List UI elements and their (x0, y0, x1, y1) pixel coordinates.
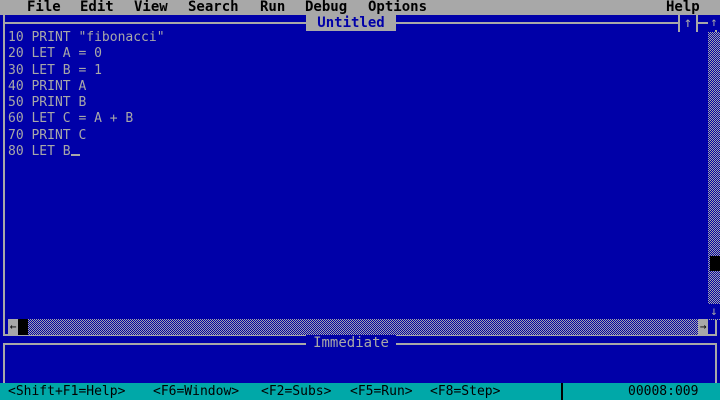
code-line: 40 PRINT A (8, 78, 87, 94)
menu-bar: File Edit View Search Run Debug Options … (0, 0, 720, 15)
cursor-position: 00008:009 (628, 384, 699, 399)
scroll-right-arrow-icon[interactable]: → (698, 319, 708, 335)
status-bar: <Shift+F1=Help> <F6=Window> <F2=Subs> <F… (0, 383, 720, 400)
menu-debug[interactable]: Debug (305, 0, 347, 15)
code-line: 60 LET C = A + B (8, 111, 134, 127)
vertical-scrollbar[interactable] (708, 32, 720, 320)
text-cursor (70, 154, 80, 157)
vertical-scroll-thumb[interactable] (710, 256, 720, 271)
menu-file[interactable]: File (27, 0, 61, 15)
editor-title: Untitled (306, 15, 396, 31)
scroll-up-arrow-icon[interactable]: ↑ (708, 15, 720, 30)
menu-options[interactable]: Options (368, 0, 427, 15)
horizontal-scrollbar[interactable] (8, 319, 708, 335)
code-line: 20 LET A = 0 (8, 46, 102, 62)
menu-view[interactable]: View (134, 0, 168, 15)
immediate-title: Immediate (306, 335, 396, 351)
menu-search[interactable]: Search (188, 0, 239, 15)
scroll-down-arrow-icon[interactable]: ↓ (708, 304, 720, 319)
code-editor[interactable]: 10 PRINT "fibonacci" 20 LET A = 0 30 LET… (8, 30, 698, 320)
hint-help[interactable]: <Shift+F1=Help> (8, 383, 125, 400)
hint-window[interactable]: <F6=Window> (153, 383, 239, 400)
code-line: 70 PRINT C (8, 127, 87, 143)
code-line-current: 80 LET B (8, 144, 698, 160)
code-line-text: 80 LET B (8, 144, 71, 160)
menu-edit[interactable]: Edit (80, 0, 114, 15)
scroll-left-arrow-icon[interactable]: ← (8, 319, 18, 335)
hint-step[interactable]: <F8=Step> (430, 383, 500, 400)
menu-help[interactable]: Help (666, 0, 700, 15)
horizontal-scroll-thumb[interactable] (18, 319, 28, 335)
hint-subs[interactable]: <F2=Subs> (261, 383, 331, 400)
code-line: 30 LET B = 1 (8, 62, 102, 78)
menu-run[interactable]: Run (260, 0, 285, 15)
code-line: 10 PRINT "fibonacci" (8, 30, 165, 45)
code-line: 50 PRINT B (8, 95, 87, 111)
hint-run[interactable]: <F5=Run> (350, 383, 413, 400)
status-divider (561, 383, 563, 400)
